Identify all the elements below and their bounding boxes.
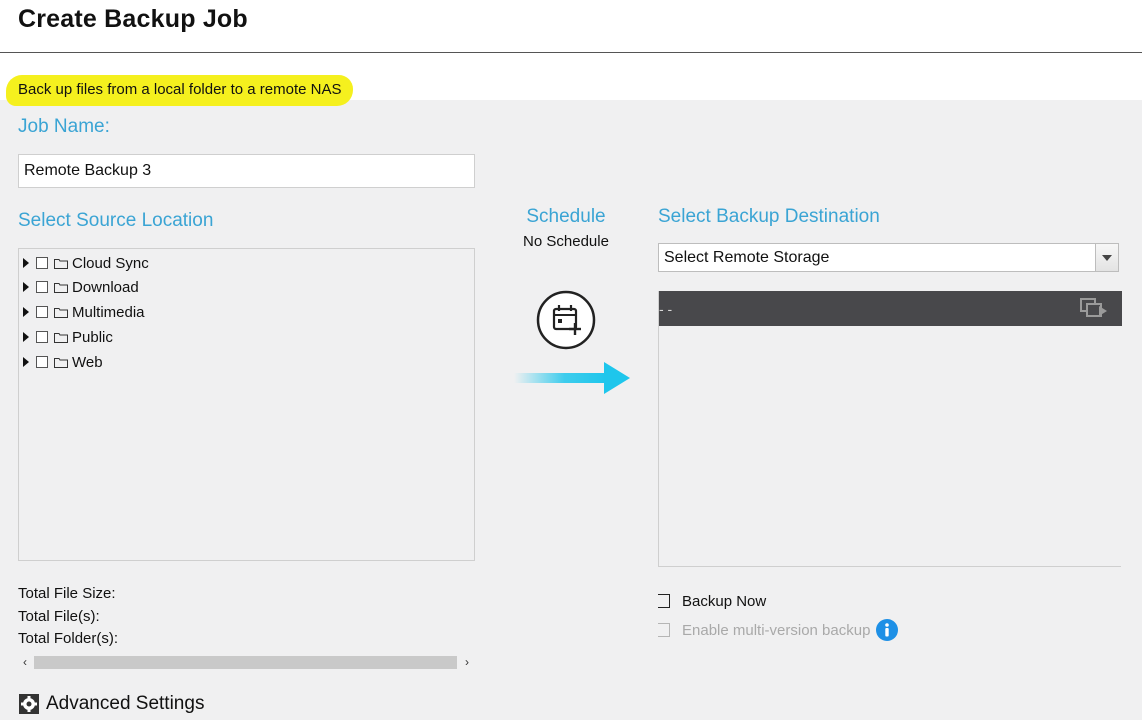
schedule-label: Schedule	[526, 206, 606, 227]
tree-checkbox[interactable]	[36, 356, 48, 368]
page-subtitle: Back up files from a local folder to a r…	[6, 75, 354, 106]
source-tree: Cloud Sync Download Multimedia Public We…	[18, 248, 475, 561]
destination-path: - -	[659, 301, 673, 317]
destination-path-bar: - -	[659, 291, 1122, 326]
backup-now-checkbox[interactable]	[658, 594, 670, 608]
expand-arrow-icon[interactable]	[23, 332, 29, 342]
remote-nav-icon[interactable]	[1079, 295, 1109, 321]
scroll-right-icon[interactable]: ›	[460, 654, 474, 671]
expand-arrow-icon[interactable]	[23, 258, 29, 268]
multi-version-option[interactable]: Enable multi-version backup	[658, 619, 899, 641]
remote-storage-select[interactable]: Select Remote Storage	[658, 243, 1119, 272]
total-file-size-label: Total File Size:	[18, 585, 116, 602]
tree-item-download[interactable]: Download	[23, 277, 139, 297]
source-location-label: Select Source Location	[18, 210, 214, 231]
tree-item-web[interactable]: Web	[23, 352, 103, 372]
multi-version-label: Enable multi-version backup	[682, 621, 871, 639]
total-folders-label: Total Folder(s):	[18, 630, 119, 647]
job-name-label: Job Name:	[18, 116, 110, 137]
tree-checkbox[interactable]	[36, 306, 48, 318]
total-files-label: Total File(s):	[18, 608, 100, 625]
calendar-add-icon[interactable]	[536, 290, 596, 350]
page-title: Create Backup Job	[18, 5, 248, 33]
folder-icon	[54, 307, 68, 318]
tree-checkbox[interactable]	[36, 257, 48, 269]
tree-item-cloud-sync[interactable]: Cloud Sync	[23, 253, 149, 273]
horizontal-scrollbar[interactable]: ‹ ›	[18, 654, 475, 671]
gear-icon	[19, 694, 39, 714]
schedule-value: No Schedule	[523, 233, 609, 250]
scrollbar-thumb[interactable]	[34, 656, 457, 669]
backup-now-option[interactable]: Backup Now	[658, 591, 766, 611]
job-name-input[interactable]	[18, 154, 475, 188]
destination-browser: - -	[658, 291, 1122, 567]
tree-item-label: Public	[72, 328, 113, 346]
folder-icon	[54, 332, 68, 343]
tree-item-label: Download	[72, 278, 139, 296]
chevron-down-icon[interactable]	[1095, 244, 1118, 271]
folder-icon	[54, 258, 68, 269]
folder-icon	[54, 282, 68, 293]
backup-now-label: Backup Now	[682, 592, 767, 610]
tree-checkbox[interactable]	[36, 281, 48, 293]
expand-arrow-icon[interactable]	[23, 357, 29, 367]
info-icon[interactable]	[876, 619, 899, 641]
tree-item-label: Web	[72, 353, 103, 371]
tree-item-label: Multimedia	[72, 303, 145, 321]
arrow-right-icon	[514, 362, 630, 394]
tree-item-label: Cloud Sync	[72, 254, 149, 272]
advanced-settings-label: Advanced Settings	[46, 693, 205, 714]
multi-version-checkbox[interactable]	[658, 623, 670, 637]
tree-item-public[interactable]: Public	[23, 327, 113, 347]
backup-destination-label: Select Backup Destination	[658, 206, 880, 227]
scroll-left-icon[interactable]: ‹	[18, 654, 32, 671]
tree-item-multimedia[interactable]: Multimedia	[23, 302, 145, 322]
select-value: Select Remote Storage	[664, 249, 830, 266]
expand-arrow-icon[interactable]	[23, 282, 29, 292]
advanced-settings-toggle[interactable]: Advanced Settings	[18, 692, 204, 716]
page-header: Create Backup Job	[0, 0, 1142, 53]
folder-icon	[54, 357, 68, 368]
tree-checkbox[interactable]	[36, 331, 48, 343]
expand-arrow-icon[interactable]	[23, 307, 29, 317]
